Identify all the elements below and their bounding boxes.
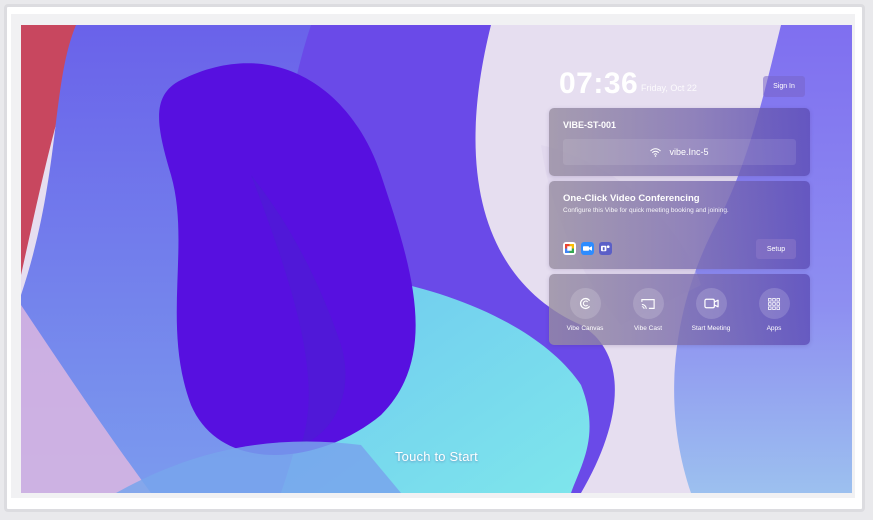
quick-actions-card: Vibe Canvas Vibe Cast Start Meeting Apps — [549, 274, 810, 345]
video-camera-icon — [703, 298, 719, 309]
apps-button[interactable]: Apps — [743, 288, 805, 332]
conferencing-description: Configure this Vibe for quick meeting bo… — [563, 207, 729, 214]
setup-button[interactable]: Setup — [756, 239, 796, 259]
device-name: VIBE-ST-001 — [563, 120, 617, 130]
vibe-canvas-button[interactable]: Vibe Canvas — [554, 288, 616, 332]
vibe-cast-label: Vibe Cast — [633, 325, 663, 332]
lock-screen[interactable]: 07:36 Friday, Oct 22 Sign In VIBE-ST-001… — [21, 25, 852, 493]
network-info[interactable]: vibe.Inc-5 — [563, 139, 796, 165]
apps-label: Apps — [766, 325, 782, 332]
zoom-icon — [581, 242, 594, 255]
device-card: VIBE-ST-001 vibe.Inc-5 — [549, 108, 810, 176]
canvas-icon — [579, 297, 590, 310]
google-meet-icon — [563, 242, 576, 255]
vibe-canvas-label: Vibe Canvas — [566, 325, 604, 332]
touch-to-start-prompt[interactable]: Touch to Start — [21, 449, 852, 464]
conferencing-title: One-Click Video Conferencing — [563, 193, 700, 204]
cast-icon — [641, 298, 655, 309]
clock-time: 07:36 — [559, 67, 639, 100]
start-meeting-button[interactable]: Start Meeting — [680, 288, 742, 332]
clock-date: Friday, Oct 22 — [641, 83, 697, 93]
conferencing-services — [563, 242, 612, 255]
sign-in-button[interactable]: Sign In — [763, 76, 805, 97]
network-name: vibe.Inc-5 — [669, 147, 709, 157]
wifi-icon — [650, 147, 662, 157]
conferencing-card: One-Click Video Conferencing Configure t… — [549, 181, 810, 269]
apps-grid-icon — [768, 297, 780, 310]
teams-icon — [599, 242, 612, 255]
start-meeting-label: Start Meeting — [691, 325, 731, 332]
vibe-cast-button[interactable]: Vibe Cast — [617, 288, 679, 332]
